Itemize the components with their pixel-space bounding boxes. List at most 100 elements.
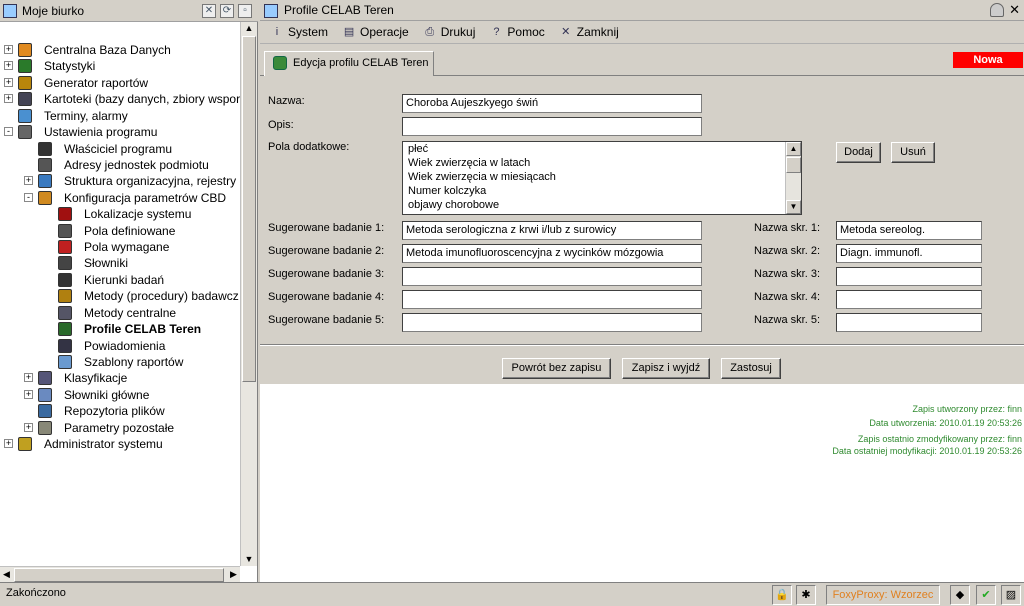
suggested-test-input[interactable]: Metoda serologiczna z krwi i/lub z surow… — [402, 221, 702, 240]
short-name-input[interactable] — [836, 267, 982, 286]
expand-icon[interactable]: + — [4, 94, 13, 103]
short-name-input[interactable]: Metoda sereolog. — [836, 221, 982, 240]
tree-item[interactable]: + Struktura organizacyjna, rejestry — [0, 173, 240, 189]
refresh-icon[interactable]: ⟳ — [220, 4, 234, 18]
left-panel-title: Moje biurko — [22, 3, 85, 18]
database-icon — [18, 43, 32, 57]
tree-item[interactable]: + Administrator systemu — [0, 436, 240, 452]
short-name-input[interactable] — [836, 313, 982, 332]
window-titlebar: Profile CELAB Teren ✕ — [260, 0, 1024, 21]
menu-zamknij[interactable]: ✕ Zamknij — [559, 25, 619, 39]
short-name-input[interactable]: Diagn. immunofl. — [836, 244, 982, 263]
tree-item-label: Parametry pozostałe — [64, 421, 175, 435]
expand-icon[interactable]: + — [24, 176, 33, 185]
listbox-scrollbar[interactable]: ▲ ▼ — [785, 142, 801, 214]
expand-icon[interactable]: + — [4, 78, 13, 87]
list-item[interactable]: objawy chorobowe — [403, 198, 801, 212]
list-item[interactable]: płeć — [403, 142, 801, 156]
usun-button[interactable]: Usuń — [891, 142, 935, 163]
document-icon[interactable]: ▫ — [238, 4, 252, 18]
tree-horizontal-scrollbar[interactable]: ◀ ▶ — [0, 566, 240, 582]
tree-item[interactable]: Metody centralne — [0, 305, 240, 321]
menu-operacje[interactable]: ▤ Operacje — [342, 25, 409, 39]
expand-icon[interactable]: + — [24, 390, 33, 399]
scroll-down-arrow-icon[interactable]: ▼ — [242, 553, 256, 566]
expand-icon[interactable]: + — [24, 373, 33, 382]
tree-item[interactable]: + Kartoteki (bazy danych, zbiory wspor — [0, 91, 240, 107]
tree-item[interactable]: Szablony raportów — [0, 354, 240, 370]
return-without-save-button[interactable]: Powrót bez zapisu — [502, 358, 611, 379]
listbox-down-arrow-icon[interactable]: ▼ — [786, 200, 801, 214]
scroll-left-arrow-icon[interactable]: ◀ — [0, 567, 13, 582]
tree-item[interactable]: + Słowniki główne — [0, 387, 240, 403]
tree-item[interactable]: Terminy, alarmy — [0, 108, 240, 124]
suggested-test-input[interactable]: Metoda imunofluoroscencyjna z wycinków m… — [402, 244, 702, 263]
window-close-icon[interactable]: ✕ — [1009, 2, 1020, 18]
scroll-right-arrow-icon[interactable]: ▶ — [227, 567, 240, 582]
listbox-scroll-thumb[interactable] — [786, 157, 801, 173]
tree-item[interactable]: Słowniki — [0, 255, 240, 271]
tree-item[interactable]: Metody (procedury) badawcz — [0, 288, 240, 304]
tree-item[interactable]: Profile CELAB Teren — [0, 321, 240, 337]
pola-listbox[interactable]: płeć Wiek zwierzęcia w latach Wiek zwierzę… — [402, 141, 802, 215]
foxyproxy-status[interactable]: FoxyProxy: Wzorzec — [826, 585, 940, 605]
bell-icon[interactable] — [990, 3, 1004, 17]
expand-icon[interactable]: + — [4, 61, 13, 70]
tree-item-label: Struktura organizacyjna, rejestry — [64, 174, 237, 188]
left-panel-header: Moje biurko ✕ ⟳ ▫ — [0, 0, 258, 22]
short-name-label: Nazwa skr. 3: — [754, 268, 821, 280]
status-badge: Nowa — [953, 52, 1023, 68]
tree-vertical-scrollbar[interactable]: ▲ ▼ — [240, 22, 257, 566]
tree-item[interactable]: + Centralna Baza Danych — [0, 42, 240, 58]
suggested-test-input[interactable] — [402, 267, 702, 286]
tree-item[interactable]: + Statystyki — [0, 58, 240, 74]
menu-system[interactable]: i System — [270, 25, 328, 39]
tree-item[interactable]: + Klasyfikacje — [0, 370, 240, 386]
tree-item[interactable]: + Generator raportów — [0, 75, 240, 91]
tree-item[interactable]: - Ustawienia programu — [0, 124, 240, 140]
tree-item[interactable]: Lokalizacje systemu — [0, 206, 240, 222]
tree-item-label: Lokalizacje systemu — [84, 207, 192, 221]
collapse-icon[interactable]: ✕ — [202, 4, 216, 18]
dodaj-button[interactable]: Dodaj — [836, 142, 881, 163]
status-text: Zakończono — [6, 587, 66, 599]
apply-button[interactable]: Zastosuj — [721, 358, 781, 379]
check-icon[interactable]: ✔ — [976, 585, 996, 605]
expand-icon[interactable]: + — [24, 423, 33, 432]
tree-item[interactable]: Pola wymagane — [0, 239, 240, 255]
menu-pomoc[interactable]: ? Pomoc — [489, 25, 544, 39]
scroll-thumb-horizontal[interactable] — [14, 568, 224, 582]
fox-icon[interactable]: ◆ — [950, 585, 970, 605]
tree-item[interactable]: Pola definiowane — [0, 223, 240, 239]
navigation-tree: + Centralna Baza Danych + Statystyki + Genera… — [0, 40, 240, 566]
listbox-up-arrow-icon[interactable]: ▲ — [786, 142, 801, 156]
scroll-thumb[interactable] — [242, 36, 256, 382]
scroll-up-arrow-icon[interactable]: ▲ — [242, 22, 256, 35]
opis-input[interactable] — [402, 117, 702, 136]
bug-icon[interactable]: ✱ — [796, 585, 816, 605]
required-fields-icon — [58, 240, 72, 254]
suggested-test-label: Sugerowane badanie 5: — [268, 314, 385, 326]
collapse-tree-icon[interactable]: - — [24, 193, 33, 202]
tree-item[interactable]: Powiadomienia — [0, 338, 240, 354]
list-item[interactable]: Numer kolczyka — [403, 184, 801, 198]
menu-drukuj[interactable]: ⎙ Drukuj — [423, 25, 475, 39]
expand-icon[interactable]: + — [4, 45, 13, 54]
collapse-tree-icon[interactable]: - — [4, 127, 13, 136]
suggested-test-input[interactable] — [402, 290, 702, 309]
list-item[interactable]: Wiek zwierzęcia w miesiącach — [403, 170, 801, 184]
list-item[interactable]: Wiek zwierzęcia w latach — [403, 156, 801, 170]
tree-item[interactable]: + Parametry pozostałe — [0, 420, 240, 436]
tree-item[interactable]: Kierunki badań — [0, 272, 240, 288]
nazwa-input[interactable]: Choroba Aujeszkyego świń — [402, 94, 702, 113]
suggested-test-input[interactable] — [402, 313, 702, 332]
tree-item[interactable]: Adresy jednostek podmiotu — [0, 157, 240, 173]
tree-item[interactable]: Właściciel programu — [0, 141, 240, 157]
tree-item[interactable]: - Konfiguracja parametrów CBD — [0, 190, 240, 206]
tree-item[interactable]: Repozytoria plików — [0, 403, 240, 419]
info-icon: i — [275, 26, 279, 38]
short-name-input[interactable] — [836, 290, 982, 309]
tab-edit-profile[interactable]: Edycja profilu CELAB Teren — [264, 51, 434, 76]
save-and-exit-button[interactable]: Zapisz i wyjdź — [622, 358, 710, 379]
expand-icon[interactable]: + — [4, 439, 13, 448]
